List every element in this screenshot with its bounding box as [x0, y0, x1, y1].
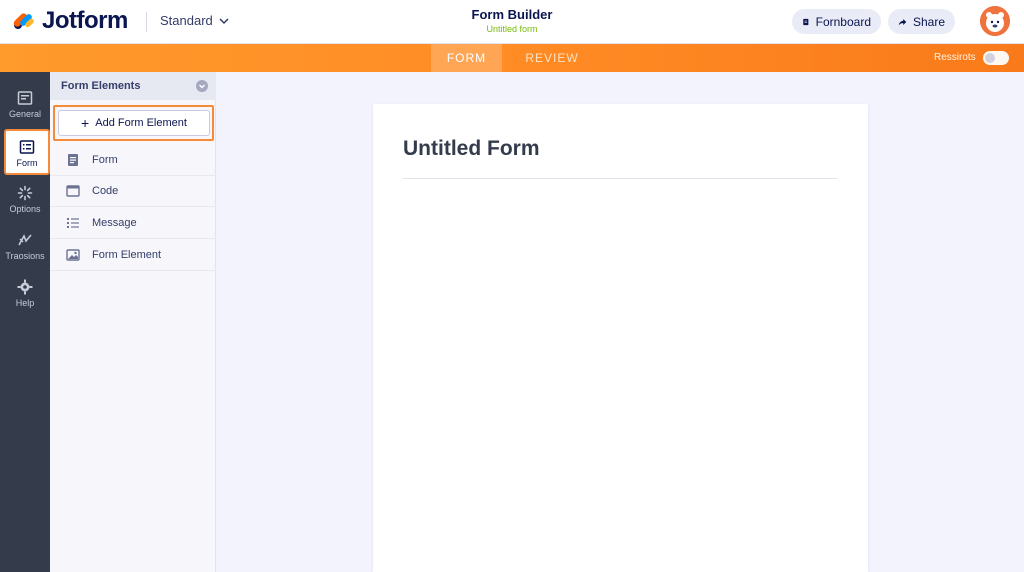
brand-name: Jotform — [42, 7, 128, 34]
plus-icon: + — [81, 115, 90, 131]
left-rail: General Form Options Traosions Help — [0, 72, 50, 572]
share-button[interactable]: Share — [888, 9, 955, 34]
toggle-knob — [985, 53, 995, 63]
mode-tab-bar: FORM REVIEW Ressirots — [0, 44, 1024, 72]
rail-item-general[interactable]: General — [0, 82, 50, 128]
user-avatar-icon — [980, 6, 1010, 36]
rail-item-transitions[interactable]: Traosions — [0, 224, 50, 270]
rail-label-transitions: Traosions — [5, 251, 45, 261]
rail-item-form[interactable]: Form — [4, 129, 50, 175]
rail-label-general: General — [8, 109, 42, 119]
general-icon — [17, 91, 33, 105]
element-item-form-element[interactable]: Form Element — [50, 240, 216, 271]
element-item-message[interactable]: Message — [50, 208, 216, 239]
element-item-form[interactable]: Form — [50, 145, 216, 176]
rail-label-form: Form — [16, 158, 38, 168]
form-title-divider — [403, 178, 837, 179]
avatar[interactable] — [980, 6, 1010, 36]
plan-dropdown[interactable]: Standard — [160, 13, 229, 28]
form-elements-panel: Form Elements + Add Form Element Form Co… — [50, 72, 216, 572]
add-form-element-button[interactable]: + Add Form Element — [58, 110, 210, 136]
element-label-form-element: Form Element — [92, 249, 162, 261]
list-icon — [67, 218, 79, 228]
form-canvas[interactable]: Untitled Form — [373, 104, 868, 572]
image-icon — [66, 249, 80, 261]
form-name-subtitle[interactable]: Untitled form — [412, 24, 612, 34]
tab-review[interactable]: REVIEW — [516, 44, 588, 72]
form-title[interactable]: Untitled Form — [403, 137, 540, 161]
document-icon — [68, 154, 78, 166]
gear-icon — [17, 279, 33, 295]
panel-title: Form Elements — [61, 80, 141, 92]
top-header: Jotform Standard Form Builder Untitled f… — [0, 0, 1024, 44]
element-item-code[interactable]: Code — [50, 176, 216, 207]
jotform-logo-icon — [12, 9, 36, 33]
toggle-label: Ressirots — [934, 52, 976, 63]
panel-header: Form Elements — [50, 72, 216, 100]
fornboard-label: Fornboard — [815, 14, 871, 29]
page-title: Form Builder Untitled form — [412, 7, 612, 34]
element-label-form: Form — [92, 154, 118, 166]
rail-item-help[interactable]: Help — [0, 271, 50, 317]
options-icon — [17, 185, 33, 201]
plan-label: Standard — [160, 13, 213, 28]
fornboard-button[interactable]: Fornboard — [792, 9, 881, 34]
add-form-element-label: Add Form Element — [95, 117, 187, 129]
rail-label-help: Help — [15, 298, 35, 308]
builder-title: Form Builder — [471, 7, 553, 22]
window-icon — [66, 185, 80, 197]
header-divider — [146, 12, 147, 32]
transitions-icon — [18, 234, 32, 246]
document-icon — [803, 18, 809, 25]
element-label-message: Message — [92, 217, 137, 229]
share-label: Share — [912, 14, 945, 29]
rail-label-options: Options — [9, 204, 41, 214]
collapse-icon[interactable] — [196, 80, 208, 92]
chevron-down-icon — [219, 17, 229, 24]
rail-item-options[interactable]: Options — [0, 177, 50, 223]
logo[interactable]: Jotform — [12, 7, 128, 35]
element-label-code: Code — [92, 185, 119, 197]
form-icon — [19, 140, 35, 154]
restrictions-toggle[interactable] — [983, 51, 1009, 65]
share-arrow-icon — [898, 18, 907, 25]
tab-form[interactable]: FORM — [431, 44, 502, 72]
